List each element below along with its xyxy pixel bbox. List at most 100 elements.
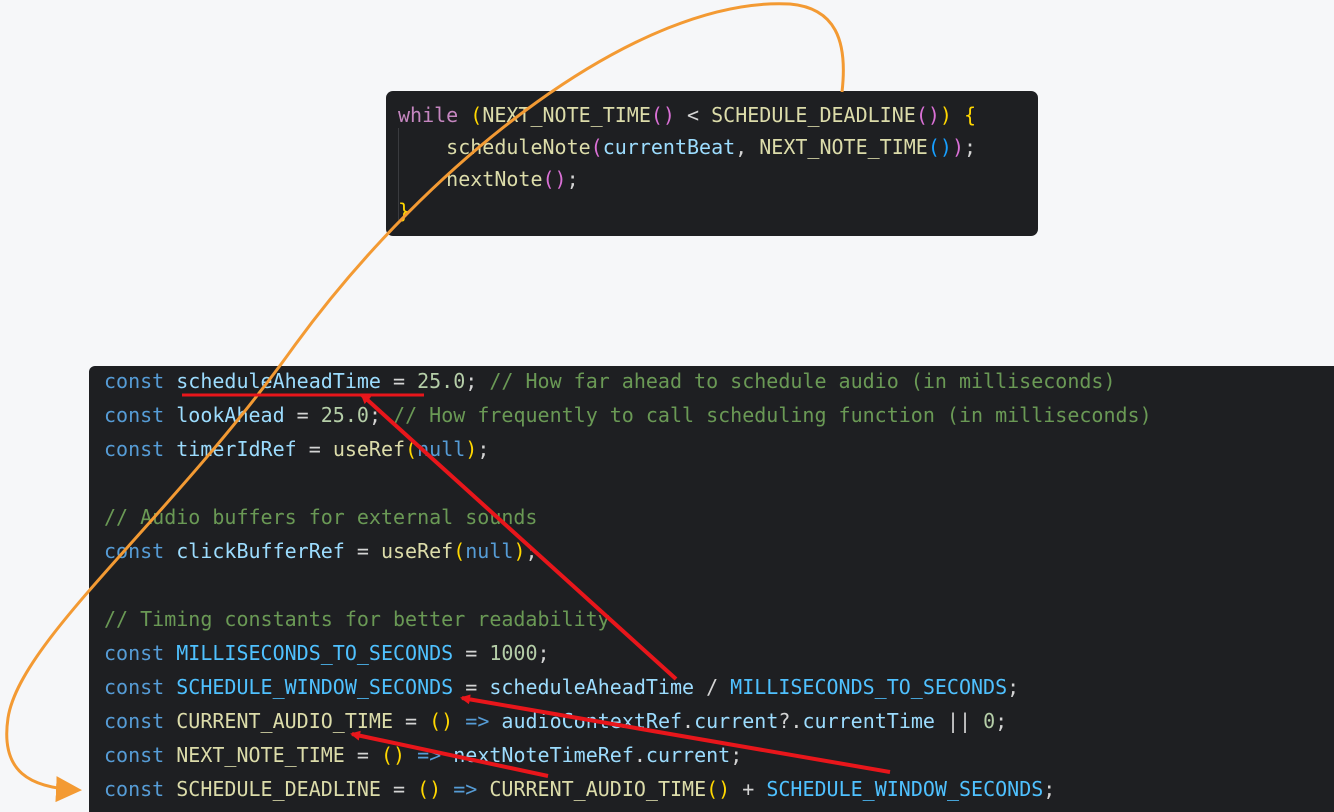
- code-token: (: [405, 437, 418, 461]
- code-token: scheduleNote: [446, 135, 591, 159]
- code-token: <: [674, 103, 712, 127]
- code-token: current: [694, 709, 779, 733]
- code-token: ): [465, 437, 478, 461]
- code-token: NEXT_NOTE_TIME: [759, 135, 928, 159]
- code-token: MILLISECONDS_TO_SECONDS: [730, 675, 1008, 699]
- code-token: ||: [934, 709, 984, 733]
- indent-guide: [398, 128, 399, 220]
- code-token: =: [453, 641, 490, 665]
- code-token: ;: [368, 403, 394, 427]
- code-snippet-constants: const scheduleAheadTime = 25.0; // How f…: [89, 366, 1334, 812]
- code-token: ;: [1007, 675, 1020, 699]
- code-line: const CURRENT_AUDIO_TIME = () => audioCo…: [104, 704, 1334, 738]
- code-line: const SCHEDULE_WINDOW_SECONDS = schedule…: [104, 670, 1334, 704]
- code-token: null: [417, 437, 466, 461]
- code-token: ): [951, 135, 964, 159]
- code-token: =: [284, 403, 321, 427]
- code-line: const scheduleAheadTime = 25.0; // How f…: [104, 364, 1334, 398]
- code-token: const: [104, 539, 165, 563]
- code-token: /: [694, 675, 731, 699]
- code-token: (): [542, 167, 567, 191]
- code-token: // Audio buffers for external sounds: [104, 505, 538, 529]
- code-lines: while (NEXT_NOTE_TIME() < SCHEDULE_DEADL…: [398, 99, 1038, 227]
- code-token: SCHEDULE_DEADLINE: [176, 777, 381, 801]
- code-token: // How frequently to call scheduling fun…: [393, 403, 1152, 427]
- code-token: // How far ahead to schedule audio (in m…: [489, 369, 1116, 393]
- code-token: =>: [465, 709, 490, 733]
- code-token: (): [706, 777, 731, 801]
- code-token: ;: [477, 437, 490, 461]
- code-token: =: [296, 437, 333, 461]
- code-token: useRef: [380, 539, 454, 563]
- code-token: useRef: [332, 437, 406, 461]
- code-token: SCHEDULE_DEADLINE: [711, 103, 916, 127]
- code-token: NEXT_NOTE_TIME: [176, 743, 345, 767]
- code-line: // Audio buffers for external sounds: [104, 500, 1334, 534]
- code-token: audioContextRef: [501, 709, 683, 733]
- code-token: NEXT_NOTE_TIME: [482, 103, 651, 127]
- code-token: .: [682, 709, 695, 733]
- code-token: (: [470, 103, 483, 127]
- code-token: currentTime: [802, 709, 935, 733]
- code-token: scheduleAheadTime: [176, 369, 381, 393]
- code-token: }: [398, 199, 411, 223]
- code-token: ;: [1043, 777, 1056, 801]
- code-token: 25.0: [320, 403, 369, 427]
- code-token: (: [453, 539, 466, 563]
- code-token: (): [417, 777, 442, 801]
- code-token: (): [650, 103, 675, 127]
- code-token: CURRENT_AUDIO_TIME: [176, 709, 394, 733]
- code-lines: const scheduleAheadTime = 25.0; // How f…: [104, 364, 1334, 806]
- code-line: scheduleNote(currentBeat, NEXT_NOTE_TIME…: [398, 131, 1038, 163]
- code-token: ): [513, 539, 526, 563]
- code-token: scheduleAheadTime: [489, 675, 695, 699]
- code-token: {: [964, 103, 977, 127]
- code-token: +: [730, 777, 767, 801]
- code-token: SCHEDULE_WINDOW_SECONDS: [176, 675, 454, 699]
- code-token: timerIdRef: [176, 437, 297, 461]
- code-token: 1000: [489, 641, 538, 665]
- code-line: const NEXT_NOTE_TIME = () => nextNoteTim…: [104, 738, 1334, 772]
- code-token: while: [398, 103, 459, 127]
- code-token: 0: [983, 709, 996, 733]
- code-token: (: [590, 135, 603, 159]
- code-line: const lookAhead = 25.0; // How frequentl…: [104, 398, 1334, 432]
- code-token: const: [104, 403, 165, 427]
- code-token: CURRENT_AUDIO_TIME: [489, 777, 707, 801]
- code-token: =: [344, 539, 381, 563]
- code-line: const SCHEDULE_DEADLINE = () => CURRENT_…: [104, 772, 1334, 806]
- code-token: const: [104, 709, 165, 733]
- code-token: =: [344, 743, 381, 767]
- code-token: =: [393, 709, 430, 733]
- code-token: ;: [963, 135, 977, 159]
- code-token: =: [380, 369, 418, 393]
- code-token: (): [429, 709, 454, 733]
- code-token: lookAhead: [176, 403, 285, 427]
- code-token: const: [104, 641, 165, 665]
- code-line: const timerIdRef = useRef(null);: [104, 432, 1334, 466]
- code-token: =: [453, 675, 490, 699]
- code-token: ;: [995, 709, 1008, 733]
- code-token: SCHEDULE_WINDOW_SECONDS: [766, 777, 1044, 801]
- code-snippet-while-loop: while (NEXT_NOTE_TIME() < SCHEDULE_DEADL…: [386, 91, 1038, 236]
- code-line: nextNote();: [398, 163, 1038, 195]
- code-token: ,: [735, 135, 760, 159]
- code-token: // Timing constants for better readabili…: [104, 607, 610, 631]
- code-token: =>: [417, 743, 442, 767]
- code-token: ;: [730, 743, 743, 767]
